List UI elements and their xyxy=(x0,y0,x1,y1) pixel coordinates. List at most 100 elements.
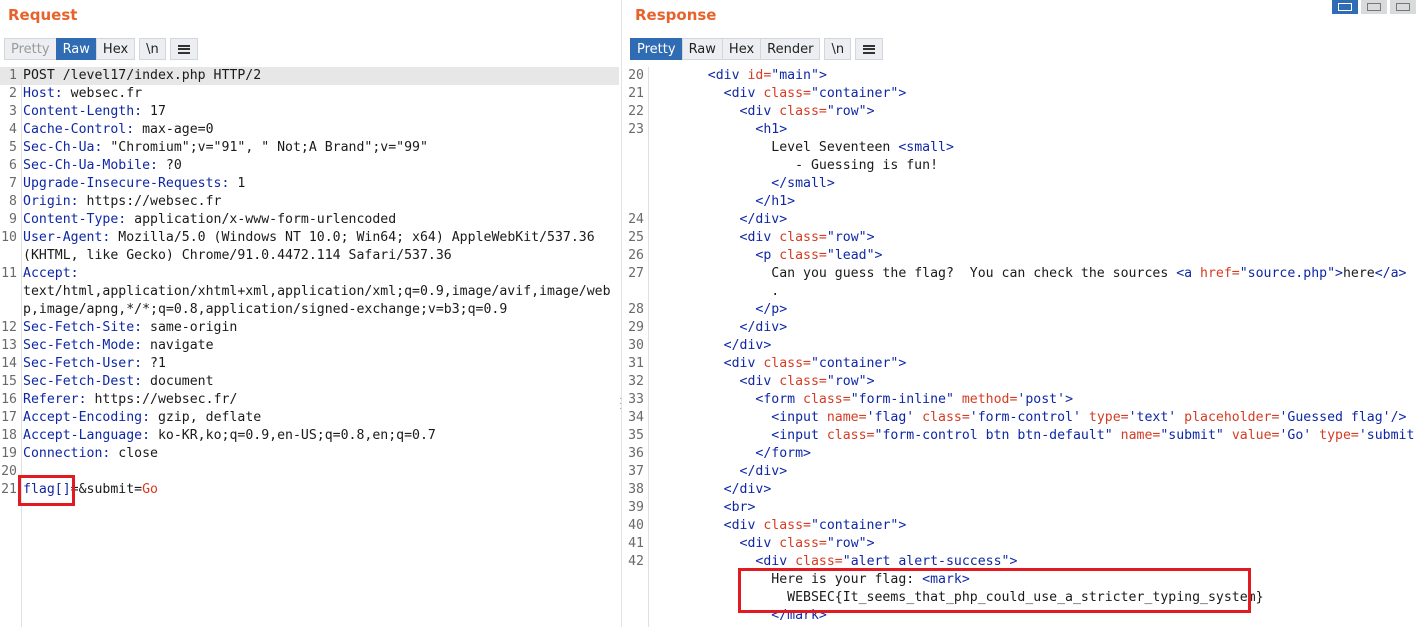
request-tab-raw[interactable]: Raw xyxy=(55,38,96,60)
code-token: value= xyxy=(1231,428,1280,443)
line-content: Cache-Control: max-age=0 xyxy=(23,121,619,139)
split-vertical-icon[interactable] xyxy=(1361,0,1387,14)
line-number: 41 xyxy=(628,536,644,551)
request-editor[interactable]: 1 POST /level17/index.php HTTP/2 2 Host: we… xyxy=(0,67,619,499)
request-line: (KHTML, like Gecko) Chrome/91.0.4472.114… xyxy=(0,247,619,265)
code-token: </form> xyxy=(755,446,811,461)
request-menu-button[interactable] xyxy=(169,38,198,60)
response-line: 24 </div> xyxy=(622,211,1416,229)
line-number: 16 xyxy=(1,392,17,407)
single-pane-icon[interactable] xyxy=(1390,0,1416,14)
request-line: 6 Sec-Ch-Ua-Mobile: ?0 xyxy=(0,157,619,175)
request-line: 5 Sec-Ch-Ua: "Chromium";v="91", " Not;A B… xyxy=(0,139,619,157)
line-content: Referer: https://websec.fr/ xyxy=(23,391,619,409)
highlight-flag-result xyxy=(738,568,1251,613)
request-line: 7 Upgrade-Insecure-Requests: 1 xyxy=(0,175,619,193)
response-tab-hex[interactable]: Hex xyxy=(721,38,761,60)
response-line: 23 <h1> xyxy=(622,121,1416,139)
response-editor[interactable]: 20 <div id="main"> 21 <div class="contain… xyxy=(622,67,1416,625)
line-number: 7 xyxy=(9,176,17,191)
response-menu-button[interactable] xyxy=(855,38,884,60)
request-tab-pretty[interactable]: Pretty xyxy=(4,38,56,60)
header-value: same-origin xyxy=(142,320,238,335)
line-number xyxy=(622,571,644,589)
response-line: 38 </div> xyxy=(622,481,1416,499)
code-token: href= xyxy=(1200,266,1240,281)
header-value: document xyxy=(142,374,214,389)
line-number: 36 xyxy=(628,446,644,461)
line-content: </div> xyxy=(644,337,1416,355)
response-line: 33 <form class="form-inline" method='pos… xyxy=(622,391,1416,409)
response-title: Response xyxy=(635,6,717,24)
code-token: <input xyxy=(771,410,827,425)
response-line: </h1> xyxy=(622,193,1416,211)
code-token: class= xyxy=(779,230,827,245)
code-token: </p> xyxy=(755,302,788,317)
header-value: p,image/apng,*/*;q=0.8,application/signe… xyxy=(23,302,508,317)
line-content: </p> xyxy=(644,301,1416,319)
code-token: <div xyxy=(723,356,764,371)
header-name: Accept-Language: xyxy=(23,428,151,443)
request-line: 18 Accept-Language: ko-KR,ko;q=0.9,en-US;… xyxy=(0,427,619,445)
line-content: Upgrade-Insecure-Requests: 1 xyxy=(23,175,619,193)
header-name: Accept: xyxy=(23,266,79,281)
header-value: Mozilla/5.0 (Windows NT 10.0; Win64; x64… xyxy=(110,230,595,245)
code-token: <small> xyxy=(898,140,954,155)
line-number: 11 xyxy=(1,266,17,281)
line-content: User-Agent: Mozilla/5.0 (Windows NT 10.0… xyxy=(23,229,619,247)
param-separator: =&submit= xyxy=(70,482,143,497)
line-content: Host: websec.fr xyxy=(23,85,619,103)
line-number xyxy=(622,175,644,193)
header-value: ko-KR,ko;q=0.9,en-US;q=0.8,en;q=0.7 xyxy=(150,428,436,443)
response-newline-toggle[interactable]: \n xyxy=(824,38,852,60)
line-number: 34 xyxy=(628,410,644,425)
code-token: <br> xyxy=(723,500,756,515)
response-tab-pretty[interactable]: Pretty xyxy=(630,38,682,60)
line-content: <div class="container"> xyxy=(644,85,1416,103)
line-content: Level Seventeen <small> xyxy=(644,139,1416,157)
code-token: "main" xyxy=(771,68,819,83)
code-token: > xyxy=(818,68,827,83)
request-newline-toggle[interactable]: \n xyxy=(139,38,166,60)
code-token: "row" xyxy=(826,374,867,389)
code-token: </div> xyxy=(739,212,788,227)
header-name: Sec-Ch-Ua: xyxy=(23,140,103,155)
header-name: Accept-Encoding: xyxy=(23,410,151,425)
code-token: <input xyxy=(771,428,827,443)
line-number: 5 xyxy=(9,140,17,155)
line-number: 20 xyxy=(628,68,644,83)
code-token: type= xyxy=(1319,428,1359,443)
code-token: class= xyxy=(763,518,811,533)
hamburger-icon xyxy=(863,44,876,54)
layout-toggle-group xyxy=(1329,0,1416,14)
request-line: 1 POST /level17/index.php HTTP/2 xyxy=(0,67,619,85)
line-content: </div> xyxy=(644,463,1416,481)
header-value: "Chromium";v="91", " Not;A Brand";v="99" xyxy=(102,140,428,155)
line-number: 19 xyxy=(1,446,17,461)
code-token: class= xyxy=(779,248,827,263)
line-content: Can you guess the flag? You can check th… xyxy=(644,265,1416,283)
request-tab-hex[interactable]: Hex xyxy=(95,38,136,60)
code-token: </div> xyxy=(723,338,772,353)
line-number xyxy=(622,283,644,301)
header-value: https://websec.fr xyxy=(78,194,222,209)
line-content: <br> xyxy=(644,499,1416,517)
response-line: Level Seventeen <small> xyxy=(622,139,1416,157)
request-line: p,image/apng,*/*;q=0.8,application/signe… xyxy=(0,301,619,319)
line-number: 9 xyxy=(9,212,17,227)
code-token: class= xyxy=(826,428,875,443)
line-number: 4 xyxy=(9,122,17,137)
response-line: 21 <div class="container"> xyxy=(622,85,1416,103)
line-number: 24 xyxy=(628,212,644,227)
response-tab-raw[interactable]: Raw xyxy=(681,38,722,60)
split-horizontal-icon[interactable] xyxy=(1332,0,1358,14)
line-content: <p class="lead"> xyxy=(644,247,1416,265)
line-content: Sec-Fetch-User: ?1 xyxy=(23,355,619,373)
line-number xyxy=(622,193,644,211)
request-line: 2 Host: websec.fr xyxy=(0,85,619,103)
code-token: > xyxy=(1335,266,1343,281)
code-token: <a xyxy=(1176,266,1201,281)
code-token: > xyxy=(866,104,875,119)
response-tab-render[interactable]: Render xyxy=(760,38,821,60)
code-token: here xyxy=(1342,266,1375,281)
